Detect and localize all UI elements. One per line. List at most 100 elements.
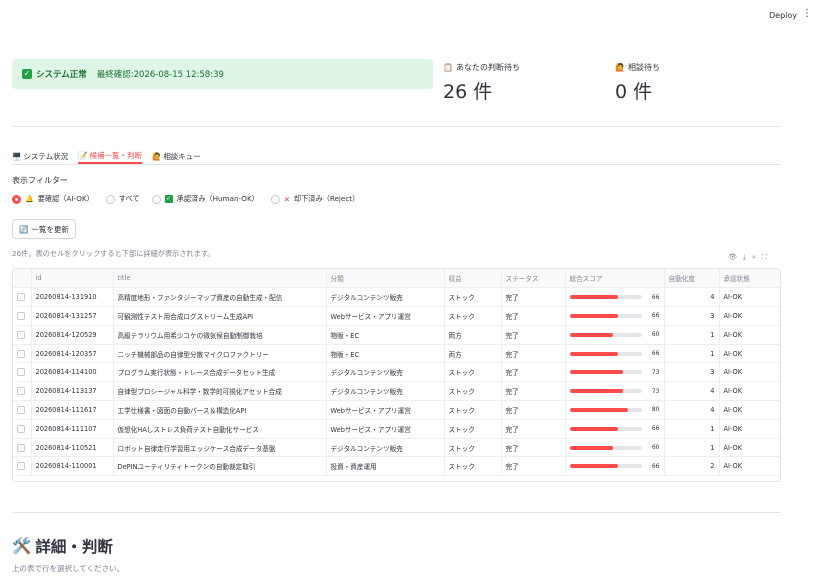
candidates-table[interactable]: id title 分類 収益 ステータス 総合スコア 自動化度 承認状態 202… bbox=[12, 268, 781, 482]
row-select-cell[interactable] bbox=[13, 381, 32, 402]
cell-score[interactable]: 60 bbox=[565, 438, 665, 458]
row-checkbox[interactable] bbox=[17, 349, 25, 358]
table-row[interactable]: 20260814-131257 可観測性テスト用合成ログストリーム生成API Web… bbox=[13, 306, 780, 326]
row-checkbox[interactable] bbox=[17, 368, 25, 377]
cell-automation[interactable]: 1 bbox=[664, 325, 720, 345]
radio-needs-review[interactable]: 🔔 要確認（AI-OK） bbox=[12, 194, 94, 204]
cell-status[interactable]: 完了 bbox=[501, 306, 566, 326]
row-select-cell[interactable] bbox=[13, 419, 32, 439]
cell-status[interactable]: 完了 bbox=[501, 344, 566, 364]
cell-id[interactable]: 20260814-110001 bbox=[31, 456, 114, 477]
table-row[interactable]: 20260814-110001 DePINユーティリティトークンの自動裁定取引 投資… bbox=[13, 456, 780, 477]
table-row[interactable]: 20260814-110521 ロボット自律走行学習用エッジケース合成データ基盤デ… bbox=[13, 438, 780, 458]
cell-score[interactable]: 73 bbox=[565, 381, 665, 402]
cell-revenue[interactable]: 両方 bbox=[444, 325, 502, 345]
column-header[interactable]: ステータス bbox=[501, 269, 566, 289]
cell-title[interactable]: 工学仕様書・図面の自動パース＆構造化API bbox=[113, 400, 327, 420]
cell-revenue[interactable]: 両方 bbox=[444, 344, 502, 364]
cell-approval[interactable]: AI-OK bbox=[719, 400, 780, 420]
cell-id[interactable]: 20260814-110521 bbox=[31, 438, 114, 458]
cell-category[interactable]: Webサービス・アプリ運営 bbox=[326, 419, 445, 439]
cell-automation[interactable]: 3 bbox=[664, 362, 720, 383]
table-row[interactable]: 20260814-111107 仮想化HAしストレス負荷テスト自動化サービス Web… bbox=[13, 419, 780, 439]
row-checkbox[interactable] bbox=[17, 293, 25, 302]
eye-icon[interactable]: 👁 bbox=[728, 253, 737, 262]
refresh-list-button[interactable]: 🔄 一覧を更新 bbox=[12, 219, 76, 239]
cell-status[interactable]: 完了 bbox=[501, 419, 566, 439]
cell-score[interactable]: 73 bbox=[565, 362, 665, 383]
cell-id[interactable]: 20260814-111617 bbox=[31, 400, 114, 420]
cell-id[interactable]: 20260814-120357 bbox=[31, 344, 114, 364]
cell-title[interactable]: 可観測性テスト用合成ログストリーム生成API bbox=[113, 306, 327, 326]
cell-category[interactable]: 物販・EC bbox=[326, 325, 445, 345]
cell-status[interactable]: 完了 bbox=[501, 325, 566, 345]
radio-dot[interactable] bbox=[270, 194, 280, 204]
column-header[interactable]: 自動化度 bbox=[664, 269, 720, 289]
row-checkbox[interactable] bbox=[17, 424, 25, 433]
cell-status[interactable]: 完了 bbox=[501, 438, 566, 458]
row-checkbox[interactable] bbox=[17, 443, 25, 452]
cell-id[interactable]: 20260814-120529 bbox=[31, 325, 114, 345]
cell-score[interactable]: 66 bbox=[565, 306, 665, 326]
cell-status[interactable]: 完了 bbox=[501, 362, 566, 383]
cell-revenue[interactable]: ストック bbox=[444, 306, 502, 326]
cell-score[interactable]: 66 bbox=[565, 419, 665, 439]
table-row[interactable]: 20260814-113137 自律型プロシージャル科学・数学的可視化アセット合成… bbox=[13, 381, 780, 402]
row-checkbox[interactable] bbox=[17, 330, 25, 339]
cell-status[interactable]: 完了 bbox=[501, 456, 566, 477]
row-select-cell[interactable] bbox=[13, 325, 32, 345]
cell-revenue[interactable]: ストック bbox=[444, 381, 502, 402]
cell-revenue[interactable]: ストック bbox=[444, 287, 502, 308]
cell-category[interactable]: Webサービス・アプリ運営 bbox=[326, 400, 445, 420]
cell-revenue[interactable]: ストック bbox=[444, 400, 502, 420]
cell-title[interactable]: 高精度地形・ファンタジーマップ資産の自動生成・配信 bbox=[113, 287, 327, 308]
kebab-menu-icon[interactable]: ⋮ bbox=[802, 9, 812, 19]
tab-consult-queue[interactable]: 🙋 相談キュー bbox=[152, 148, 201, 164]
row-select-cell[interactable] bbox=[13, 362, 32, 383]
search-icon[interactable]: ⌕ bbox=[752, 253, 756, 262]
row-checkbox[interactable] bbox=[17, 387, 25, 396]
table-row[interactable]: 20260814-120529 高級テラリウム用希少コケの微気候自動制御栽培 物販・… bbox=[13, 325, 780, 345]
cell-title[interactable]: 仮想化HAしストレス負荷テスト自動化サービス bbox=[113, 419, 327, 439]
cell-approval[interactable]: AI-OK bbox=[719, 344, 780, 364]
radio-dot[interactable] bbox=[105, 194, 115, 204]
tab-candidates[interactable]: 📝 候補一覧・判断 bbox=[78, 148, 142, 164]
cell-approval[interactable]: AI-OK bbox=[719, 381, 780, 402]
cell-title[interactable]: 高級テラリウム用希少コケの微気候自動制御栽培 bbox=[113, 325, 327, 345]
cell-automation[interactable]: 2 bbox=[664, 456, 720, 477]
tab-system-status[interactable]: 🖥️ システム状況 bbox=[12, 148, 68, 164]
cell-status[interactable]: 完了 bbox=[501, 381, 566, 402]
table-row[interactable]: 20260814-120357 ニッチ機械部品の自律型分散マイクロファクトリー 物販… bbox=[13, 344, 780, 364]
column-header[interactable]: title bbox=[113, 269, 327, 289]
cell-category[interactable]: デジタルコンテンツ販売 bbox=[326, 287, 445, 308]
cell-automation[interactable]: 1 bbox=[664, 419, 720, 439]
deploy-button[interactable]: Deploy bbox=[769, 11, 797, 20]
row-select-cell[interactable] bbox=[13, 438, 32, 458]
cell-id[interactable]: 20260814-131910 bbox=[31, 287, 114, 308]
row-select-cell[interactable] bbox=[13, 400, 32, 420]
cell-category[interactable]: デジタルコンテンツ販売 bbox=[326, 362, 445, 383]
radio-approved[interactable]: ✓ 承認済み（Human-OK） bbox=[151, 194, 259, 204]
cell-score[interactable]: 66 bbox=[565, 344, 665, 364]
row-checkbox[interactable] bbox=[17, 405, 25, 414]
cell-title[interactable]: 自律型プロシージャル科学・数学的可視化アセット合成 bbox=[113, 381, 327, 402]
column-header[interactable]: 収益 bbox=[444, 269, 502, 289]
column-header[interactable]: 総合スコア bbox=[565, 269, 665, 289]
row-checkbox[interactable] bbox=[17, 462, 25, 471]
radio-dot[interactable] bbox=[151, 194, 161, 204]
cell-title[interactable]: ニッチ機械部品の自律型分散マイクロファクトリー bbox=[113, 344, 327, 364]
cell-approval[interactable]: AI-OK bbox=[719, 287, 780, 308]
cell-automation[interactable]: 4 bbox=[664, 287, 720, 308]
cell-id[interactable]: 20260814-114100 bbox=[31, 362, 114, 383]
cell-title[interactable]: DePINユーティリティトークンの自動裁定取引 bbox=[113, 456, 327, 477]
cell-automation[interactable]: 4 bbox=[664, 381, 720, 402]
cell-revenue[interactable]: ストック bbox=[444, 362, 502, 383]
cell-id[interactable]: 20260814-111107 bbox=[31, 419, 114, 439]
cell-automation[interactable]: 3 bbox=[664, 306, 720, 326]
cell-automation[interactable]: 1 bbox=[664, 344, 720, 364]
cell-category[interactable]: Webサービス・アプリ運営 bbox=[326, 306, 445, 326]
cell-approval[interactable]: AI-OK bbox=[719, 306, 780, 326]
column-header[interactable]: id bbox=[31, 269, 114, 289]
column-header[interactable]: 分類 bbox=[326, 269, 445, 289]
cell-id[interactable]: 20260814-113137 bbox=[31, 381, 114, 402]
